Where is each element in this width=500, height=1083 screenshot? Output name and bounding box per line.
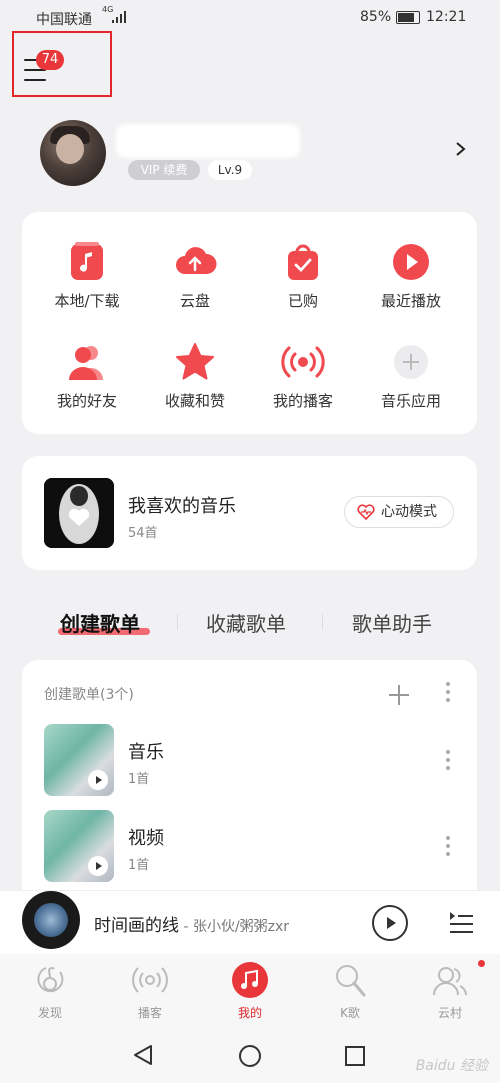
grid-item-label: 收藏和赞	[164, 392, 225, 410]
playlist-count: 1首	[128, 772, 150, 787]
heart-icon	[357, 504, 375, 520]
playlist-row[interactable]: 视频 1首	[44, 810, 464, 882]
clock: 12:21	[426, 9, 467, 25]
nav-community[interactable]: 云村	[410, 960, 490, 1021]
podcast-icon	[132, 962, 168, 998]
nav-label: 我的	[237, 1006, 262, 1020]
playlist-queue-icon[interactable]	[448, 909, 474, 935]
now-playing: 时间画的线 - 张小伙/粥粥zxr	[94, 911, 289, 936]
new-dot-indicator	[478, 960, 485, 967]
nav-label: 发现	[37, 1006, 62, 1020]
star-icon	[173, 342, 217, 382]
grid-item-local-download[interactable]: 本地/下载	[32, 242, 142, 311]
battery-icon	[396, 11, 420, 24]
nav-podcast[interactable]: 播客	[110, 962, 190, 1021]
grid-item-cloud-drive[interactable]: 云盘	[140, 242, 250, 311]
nav-my-music[interactable]: 我的	[210, 962, 290, 1021]
grid-item-purchased[interactable]: 已购	[248, 242, 358, 311]
menu-icon-line	[24, 79, 46, 81]
album-disc[interactable]	[22, 891, 80, 949]
liked-music-cover	[44, 478, 114, 548]
liked-music-count: 54首	[128, 526, 158, 541]
home-icon[interactable]	[238, 1044, 262, 1068]
community-icon	[432, 960, 485, 998]
username-redacted	[116, 124, 300, 158]
play-button[interactable]	[372, 905, 408, 941]
mini-player[interactable]: 时间画的线 - 张小伙/粥粥zxr	[0, 890, 500, 955]
row-more-icon[interactable]	[446, 836, 450, 860]
quick-access-card: 本地/下载 云盘 已购 最近播放 我的好友 收藏和赞 我的播客 音乐应用	[22, 212, 477, 434]
karaoke-icon	[332, 962, 368, 998]
playlist-cover	[44, 810, 114, 882]
carrier-label: 中国联通	[36, 12, 92, 28]
grid-item-music-apps[interactable]: 音乐应用	[356, 342, 466, 411]
song-artist: - 张小伙/粥粥zxr	[179, 919, 290, 935]
system-nav-bar: Baidu 经验	[0, 1026, 500, 1083]
liked-music-title: 我喜欢的音乐	[128, 496, 236, 517]
signal-icon	[112, 11, 126, 23]
recents-icon[interactable]	[344, 1045, 366, 1067]
playlist-cover	[44, 724, 114, 796]
video-play-icon	[88, 856, 108, 876]
tab-collected-playlists[interactable]: 收藏歌单	[206, 608, 286, 637]
playlist-row[interactable]: 音乐 1首	[44, 724, 464, 796]
grid-item-friends[interactable]: 我的好友	[32, 342, 142, 411]
grid-item-label: 我的播客	[272, 392, 333, 410]
grid-item-label: 我的好友	[56, 392, 117, 410]
created-playlists-card: 创建歌单(3个) 音乐 1首 视频 1首	[22, 660, 477, 920]
playlists-header: 创建歌单(3个)	[44, 687, 134, 703]
grid-item-recent-play[interactable]: 最近播放	[356, 242, 466, 311]
play-circle-icon	[389, 242, 433, 282]
grid-item-my-podcast[interactable]: 我的播客	[248, 342, 358, 411]
more-options-icon[interactable]	[446, 682, 450, 706]
broadcast-icon	[281, 342, 325, 382]
grid-item-label: 本地/下载	[54, 292, 120, 310]
playlist-name: 视频	[128, 828, 164, 849]
heart-mode-button[interactable]: 心动模式	[344, 496, 454, 528]
nav-discover[interactable]: 发现	[10, 962, 90, 1021]
row-more-icon[interactable]	[446, 750, 450, 774]
discover-icon	[32, 962, 68, 998]
playlist-name: 音乐	[128, 742, 164, 763]
my-music-icon	[232, 962, 268, 998]
playlist-count: 1首	[128, 858, 150, 873]
tab-created-playlists[interactable]: 创建歌单	[60, 608, 140, 637]
grid-item-label: 已购	[287, 292, 318, 310]
cloud-upload-icon	[173, 242, 217, 282]
nav-label: K歌	[340, 1006, 360, 1020]
vip-badge[interactable]: VIP 续费	[128, 160, 200, 180]
back-icon[interactable]	[132, 1044, 154, 1066]
nav-karaoke[interactable]: K歌	[310, 962, 390, 1021]
grid-item-label: 音乐应用	[380, 392, 441, 410]
video-play-icon	[88, 770, 108, 790]
nav-label: 云村	[437, 1006, 462, 1020]
shopping-bag-icon	[281, 242, 325, 282]
liked-music-card[interactable]: 我喜欢的音乐 54首 心动模式	[22, 456, 477, 570]
tab-playlist-assistant[interactable]: 歌单助手	[352, 608, 432, 637]
song-title: 时间画的线	[94, 916, 179, 936]
friends-icon	[65, 342, 109, 382]
tab-divider	[322, 614, 323, 630]
avatar[interactable]	[40, 120, 106, 186]
level-badge[interactable]: Lv.9	[208, 160, 252, 180]
tab-divider	[177, 614, 178, 630]
notification-badge: 74	[36, 50, 64, 70]
grid-item-label: 云盘	[179, 292, 210, 310]
watermark-logo: Baidu 经验	[415, 1058, 488, 1074]
music-note-icon	[65, 242, 109, 282]
heart-mode-label: 心动模式	[381, 504, 437, 520]
bottom-nav: 发现 播客 我的 K歌 云村	[0, 954, 500, 1026]
play-icon	[387, 917, 396, 929]
add-playlist-icon[interactable]	[388, 684, 410, 706]
grid-item-collections[interactable]: 收藏和赞	[140, 342, 250, 411]
plus-icon	[389, 342, 433, 382]
chevron-right-icon[interactable]	[454, 142, 468, 156]
nav-label: 播客	[137, 1006, 162, 1020]
battery-percent: 85%	[360, 9, 392, 25]
grid-item-label: 最近播放	[380, 292, 441, 310]
